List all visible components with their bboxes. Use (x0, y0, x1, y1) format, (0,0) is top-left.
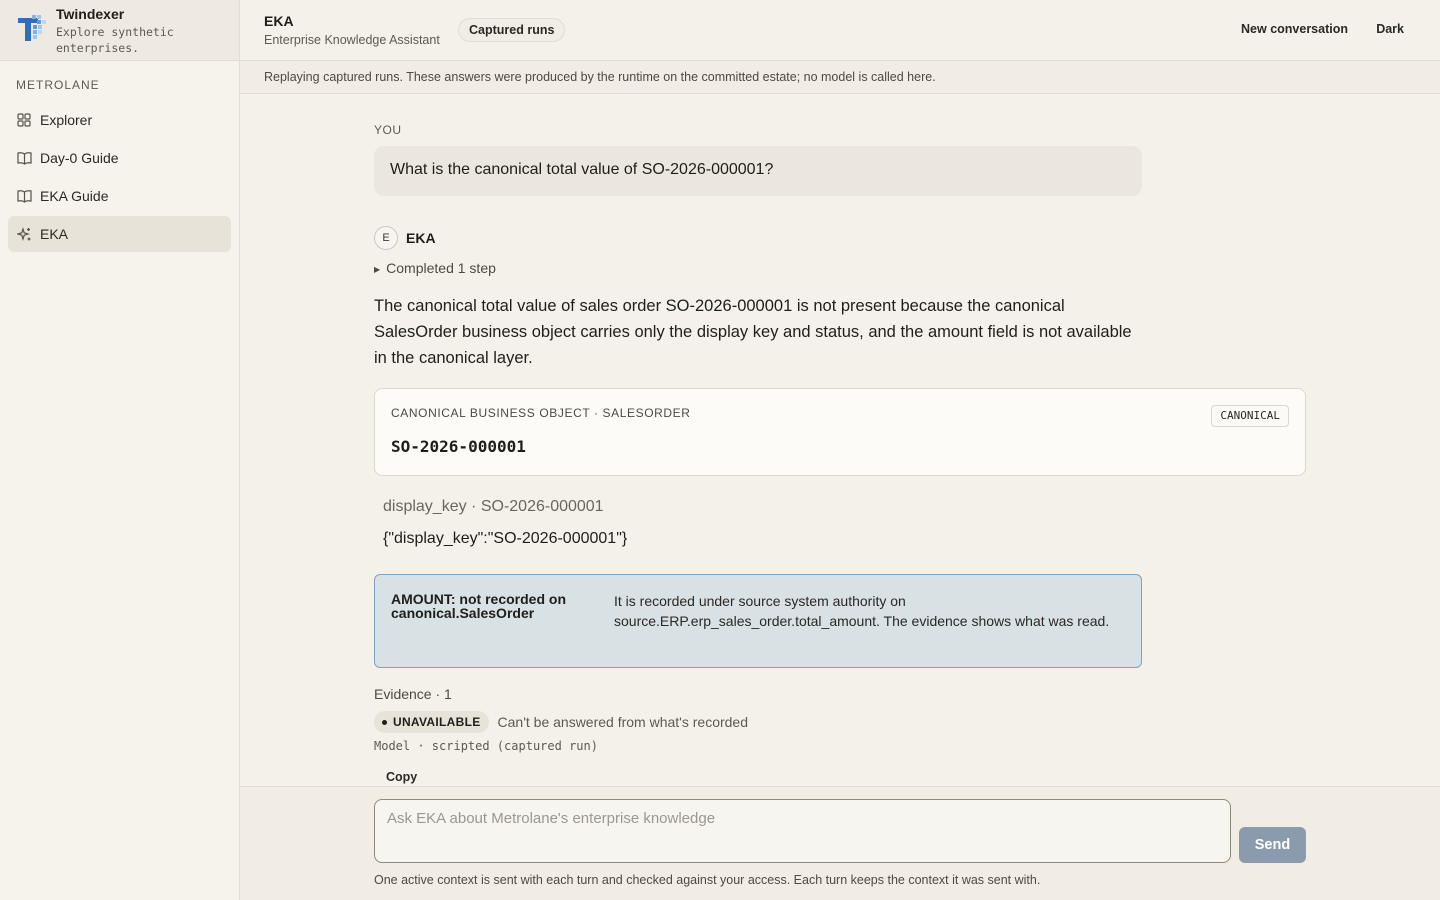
message-input[interactable] (374, 799, 1231, 863)
conversation-panel: YOU What is the canonical total value of… (240, 94, 1440, 786)
sidebar-item-eka[interactable]: EKA (8, 216, 231, 252)
avatar: E (374, 226, 398, 250)
notice-title: AMOUNT: not recorded on canonical.SalesO… (391, 591, 566, 621)
book-icon (16, 188, 32, 204)
captured-runs-badge: Captured runs (458, 18, 566, 42)
sidebar: Twindexer Explore synthetic enterprises.… (0, 0, 240, 900)
status-dot-icon (382, 719, 387, 725)
card-value: SO-2026-000001 (391, 437, 526, 456)
caret-right-icon: ▶ (374, 265, 381, 274)
sidebar-item-day-0-guide[interactable]: Day-0 Guide (8, 140, 231, 176)
send-button[interactable]: Send (1239, 827, 1306, 863)
sidebar-item-label: Day-0 Guide (40, 150, 119, 166)
new-conversation-button[interactable]: New conversation (1241, 22, 1348, 36)
assistant-header: E EKA (374, 226, 436, 250)
replay-banner: Replaying captured runs. These answers w… (240, 61, 1440, 94)
field-key: display_key · SO-2026-000001 (383, 498, 604, 515)
sidebar-item-eka-guide[interactable]: EKA Guide (8, 178, 231, 214)
book-icon (16, 150, 32, 166)
evidence-label: Evidence · 1 (374, 686, 452, 702)
steps-toggle[interactable]: ▶ Completed 1 step (374, 260, 496, 276)
top-header: EKA Enterprise Knowledge Assistant Captu… (240, 0, 1440, 61)
status-badge: UNAVAILABLE (374, 711, 489, 733)
assistant-name: EKA (406, 230, 436, 246)
copy-button[interactable]: Copy (386, 770, 417, 784)
page-title: EKA (264, 13, 294, 29)
twindexer-logo-icon (18, 15, 46, 41)
brand-name: Twindexer (56, 6, 125, 22)
composer-note: One active context is sent with each tur… (374, 873, 1041, 887)
card-label: CANONICAL BUSINESS OBJECT · SALESORDER (391, 406, 691, 420)
user-label: YOU (374, 123, 402, 137)
assistant-answer: The canonical total value of sales order… (374, 297, 1132, 367)
composer: Send One active context is sent with eac… (240, 786, 1440, 900)
status-text: UNAVAILABLE (393, 715, 481, 729)
sparkle-icon (16, 226, 32, 242)
business-object-card[interactable]: CANONICAL BUSINESS OBJECT · SALESORDER C… (374, 388, 1306, 476)
user-message: What is the canonical total value of SO-… (374, 146, 1142, 196)
sidebar-item-explorer[interactable]: Explorer (8, 102, 231, 138)
field-json: {"display_key":"SO-2026-000001"} (383, 530, 628, 547)
sidebar-item-label: EKA (40, 226, 69, 242)
model-info: Model · scripted (captured run) (374, 739, 598, 753)
steps-label: Completed 1 step (386, 260, 496, 276)
page-subtitle: Enterprise Knowledge Assistant (264, 33, 440, 47)
grid-icon (16, 112, 32, 128)
status-description: Can't be answered from what's recorded (497, 714, 748, 730)
sidebar-item-label: EKA Guide (40, 188, 109, 204)
canonical-badge: CANONICAL (1211, 405, 1289, 427)
theme-toggle-button[interactable]: Dark (1376, 22, 1404, 36)
evidence-row: UNAVAILABLE Can't be answered from what'… (374, 711, 748, 733)
org-label: METROLANE (16, 78, 100, 92)
brand-header[interactable]: Twindexer Explore synthetic enterprises. (0, 0, 239, 61)
sidebar-nav: Explorer Day-0 Guide EKA Guide EKA (0, 102, 239, 252)
notice-body: It is recorded under source system autho… (614, 593, 1110, 629)
sidebar-item-label: Explorer (40, 112, 93, 128)
brand-tagline: Explore synthetic enterprises. (56, 25, 174, 55)
authority-notice: AMOUNT: not recorded on canonical.SalesO… (374, 574, 1142, 668)
